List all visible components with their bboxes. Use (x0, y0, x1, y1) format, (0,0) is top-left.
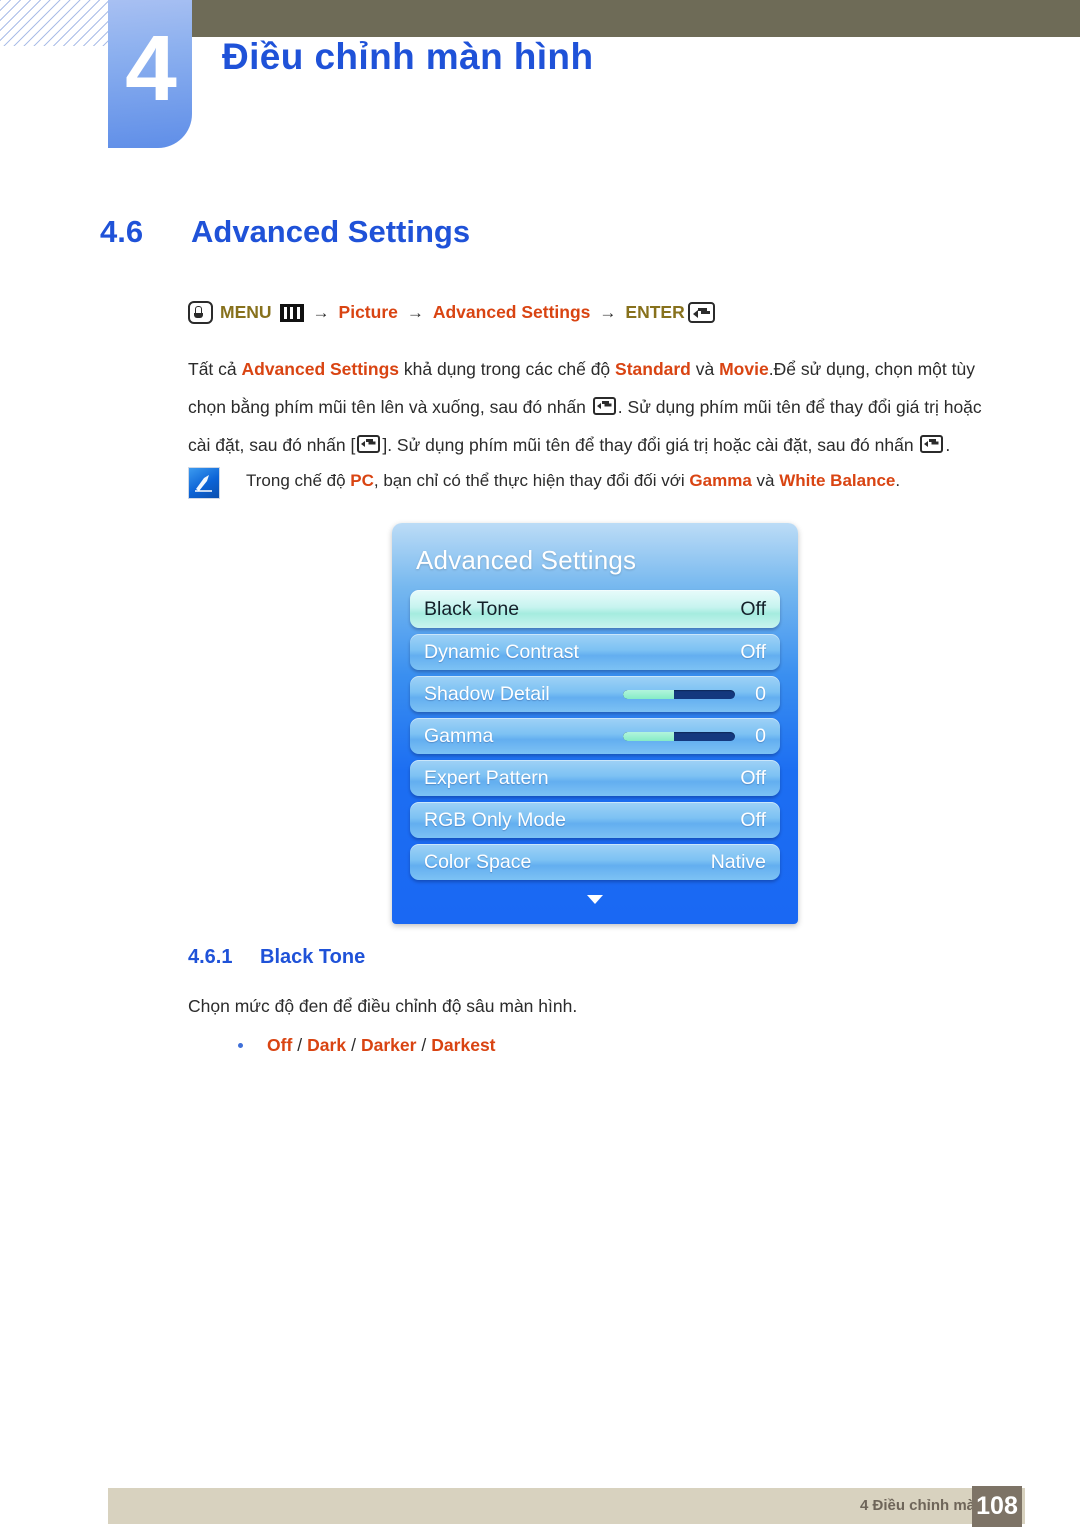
osd-row-slider[interactable] (623, 731, 736, 741)
note-text: Trong chế độ PC, bạn chỉ có thể thực hiệ… (246, 466, 900, 496)
osd-row-slider[interactable] (623, 689, 736, 699)
note-term-white-balance: White Balance (779, 471, 896, 490)
body-paragraph: Tất cả Advanced Settings khả dụng trong … (188, 350, 1006, 464)
note-text-3: và (751, 471, 780, 490)
osd-scroll-down-indicator[interactable] (410, 886, 780, 914)
section-heading: 4.6 Advanced Settings (100, 214, 470, 250)
option-value: Darkest (431, 1035, 496, 1055)
osd-panel: Advanced Settings Black Tone Off Dynamic C… (392, 523, 798, 924)
body-term-advanced-settings: Advanced Settings (241, 359, 400, 379)
chapter-number: 4 (125, 15, 177, 120)
menu-bars-icon (279, 303, 304, 322)
osd-row-value: Off (740, 808, 766, 831)
top-olive-bar (192, 0, 1080, 37)
path-advanced-settings-label: Advanced Settings (432, 302, 591, 322)
option-separator: / (421, 1035, 427, 1055)
chevron-down-icon (587, 895, 603, 904)
body-term-movie: Movie (719, 359, 769, 379)
body-term-standard: Standard (615, 359, 691, 379)
option-separator: / (351, 1035, 356, 1055)
osd-row-value: 0 (755, 682, 766, 705)
osd-row-label: Color Space (424, 850, 532, 873)
subsection-number: 4.6.1 (188, 946, 233, 968)
subsection-title: Black Tone (260, 946, 366, 968)
enter-key-icon-inline-2 (357, 435, 381, 453)
osd-panel-title: Advanced Settings (416, 545, 637, 575)
menu-path-breadcrumb: MENU → Picture → Advanced Settings → ENT… (188, 301, 715, 324)
osd-row-value: 0 (755, 724, 766, 747)
chapter-title: Điều chỉnh màn hình (222, 36, 594, 77)
path-picture-label: Picture (338, 302, 398, 322)
osd-row-value: Native (710, 850, 766, 873)
osd-row-label: Shadow Detail (424, 682, 550, 705)
note-text-2: , bạn chỉ có thể thực hiện thay đổi đối … (373, 471, 690, 490)
osd-row-label: RGB Only Mode (424, 808, 566, 831)
osd-row-label: Gamma (424, 724, 494, 747)
enter-key-icon-inline-1 (592, 397, 616, 415)
osd-row-value: Off (740, 766, 766, 789)
section-title: Advanced Settings (191, 214, 471, 249)
subsection-heading: 4.6.1 Black Tone (188, 946, 365, 969)
osd-row-label: Expert Pattern (424, 766, 549, 789)
subsection-description: Chọn mức độ đen để điều chỉnh độ sâu màn… (188, 996, 578, 1016)
option-separator: / (297, 1035, 303, 1055)
note-term-gamma: Gamma (689, 471, 752, 490)
note-pencil-icon (188, 467, 220, 499)
path-enter-label: ENTER (625, 302, 685, 322)
section-number: 4.6 (100, 214, 144, 249)
footer-page-number: 108 (972, 1486, 1022, 1527)
option-value: Dark (307, 1035, 347, 1055)
body-text-7: . (945, 435, 951, 455)
bullet-dot-icon (238, 1043, 243, 1048)
decorative-hatch-pattern (0, 0, 108, 46)
option-value: Darker (360, 1035, 417, 1055)
osd-row-value: Off (740, 640, 766, 663)
osd-row[interactable]: Dynamic Contrast Off (410, 634, 780, 670)
note-term-pc: PC (350, 471, 374, 490)
osd-row-label: Black Tone (424, 597, 520, 620)
path-menu-label: MENU (220, 302, 272, 322)
osd-slider-fill (623, 731, 674, 741)
path-arrow-1: → (312, 302, 330, 322)
osd-row[interactable]: Color Space Native (410, 844, 780, 880)
osd-row[interactable]: Black Tone Off (410, 590, 780, 628)
osd-row-value: Off (740, 597, 766, 620)
osd-row[interactable]: RGB Only Mode Off (410, 802, 780, 838)
options-list: Off / Dark / Darker / Darkest (267, 1035, 496, 1056)
osd-row[interactable]: Gamma 0 (410, 718, 780, 754)
path-arrow-2: → (406, 302, 424, 322)
osd-row-label: Dynamic Contrast (424, 640, 579, 663)
osd-row[interactable]: Expert Pattern Off (410, 760, 780, 796)
hand-button-icon (188, 301, 213, 324)
enter-key-icon (687, 302, 715, 323)
body-text-1: Tất cả (188, 359, 242, 379)
osd-slider-fill (623, 689, 674, 699)
body-text-6: ]. Sử dụng phím mũi tên để thay đổi giá … (382, 435, 919, 455)
enter-key-icon-inline-3 (920, 435, 944, 453)
osd-row[interactable]: Shadow Detail 0 (410, 676, 780, 712)
options-bullet-item: Off / Dark / Darker / Darkest (238, 1035, 496, 1056)
path-arrow-3: → (599, 302, 617, 322)
note-callout: Trong chế độ PC, bạn chỉ có thể thực hiệ… (188, 466, 1008, 499)
osd-row-list: Black Tone Off Dynamic Contrast Off Shadow D… (410, 590, 780, 880)
body-text-2: khả dụng trong các chế độ (399, 359, 616, 379)
note-text-4: . (895, 471, 901, 490)
body-text-3: và (690, 359, 720, 379)
option-value: Off (267, 1035, 293, 1055)
note-text-1: Trong chế độ (246, 471, 351, 490)
